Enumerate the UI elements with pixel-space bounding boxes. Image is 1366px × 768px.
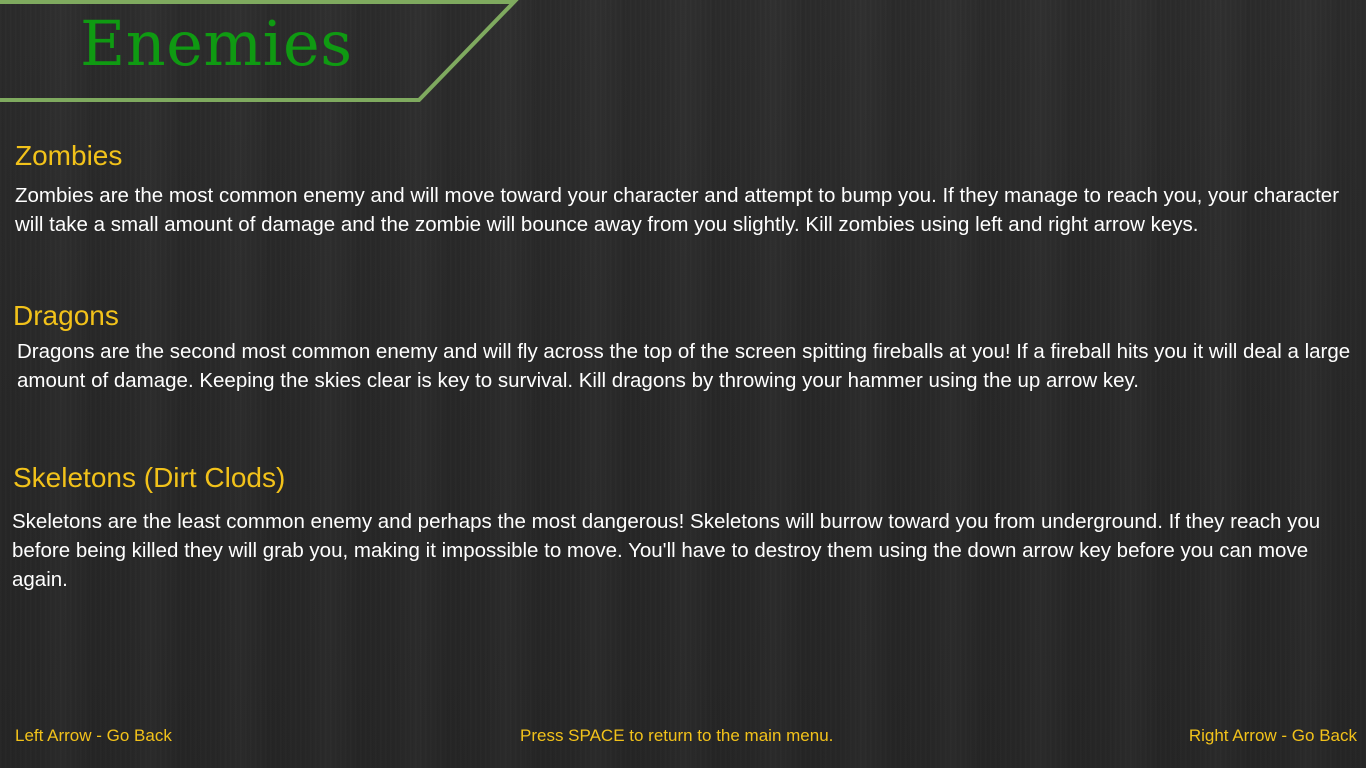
section-heading-skeletons: Skeletons (Dirt Clods) <box>13 462 286 493</box>
section-text-zombies: Zombies are the most common enemy and wi… <box>15 184 1340 236</box>
section-heading-dragons: Dragons <box>13 300 119 331</box>
footer-left-arrow-hint: Left Arrow - Go Back <box>15 726 172 745</box>
footer-right-arrow-hint: Right Arrow - Go Back <box>1188 726 1357 745</box>
title-banner: Enemies <box>0 0 520 104</box>
section-text-skeletons: Skeletons are the least common enemy and… <box>12 510 1321 591</box>
page-title: Enemies <box>80 7 353 80</box>
section-heading-zombies: Zombies <box>15 140 123 171</box>
footer-space-hint: Press SPACE to return to the main menu. <box>520 726 834 745</box>
section-text-dragons: Dragons are the second most common enemy… <box>17 340 1351 392</box>
